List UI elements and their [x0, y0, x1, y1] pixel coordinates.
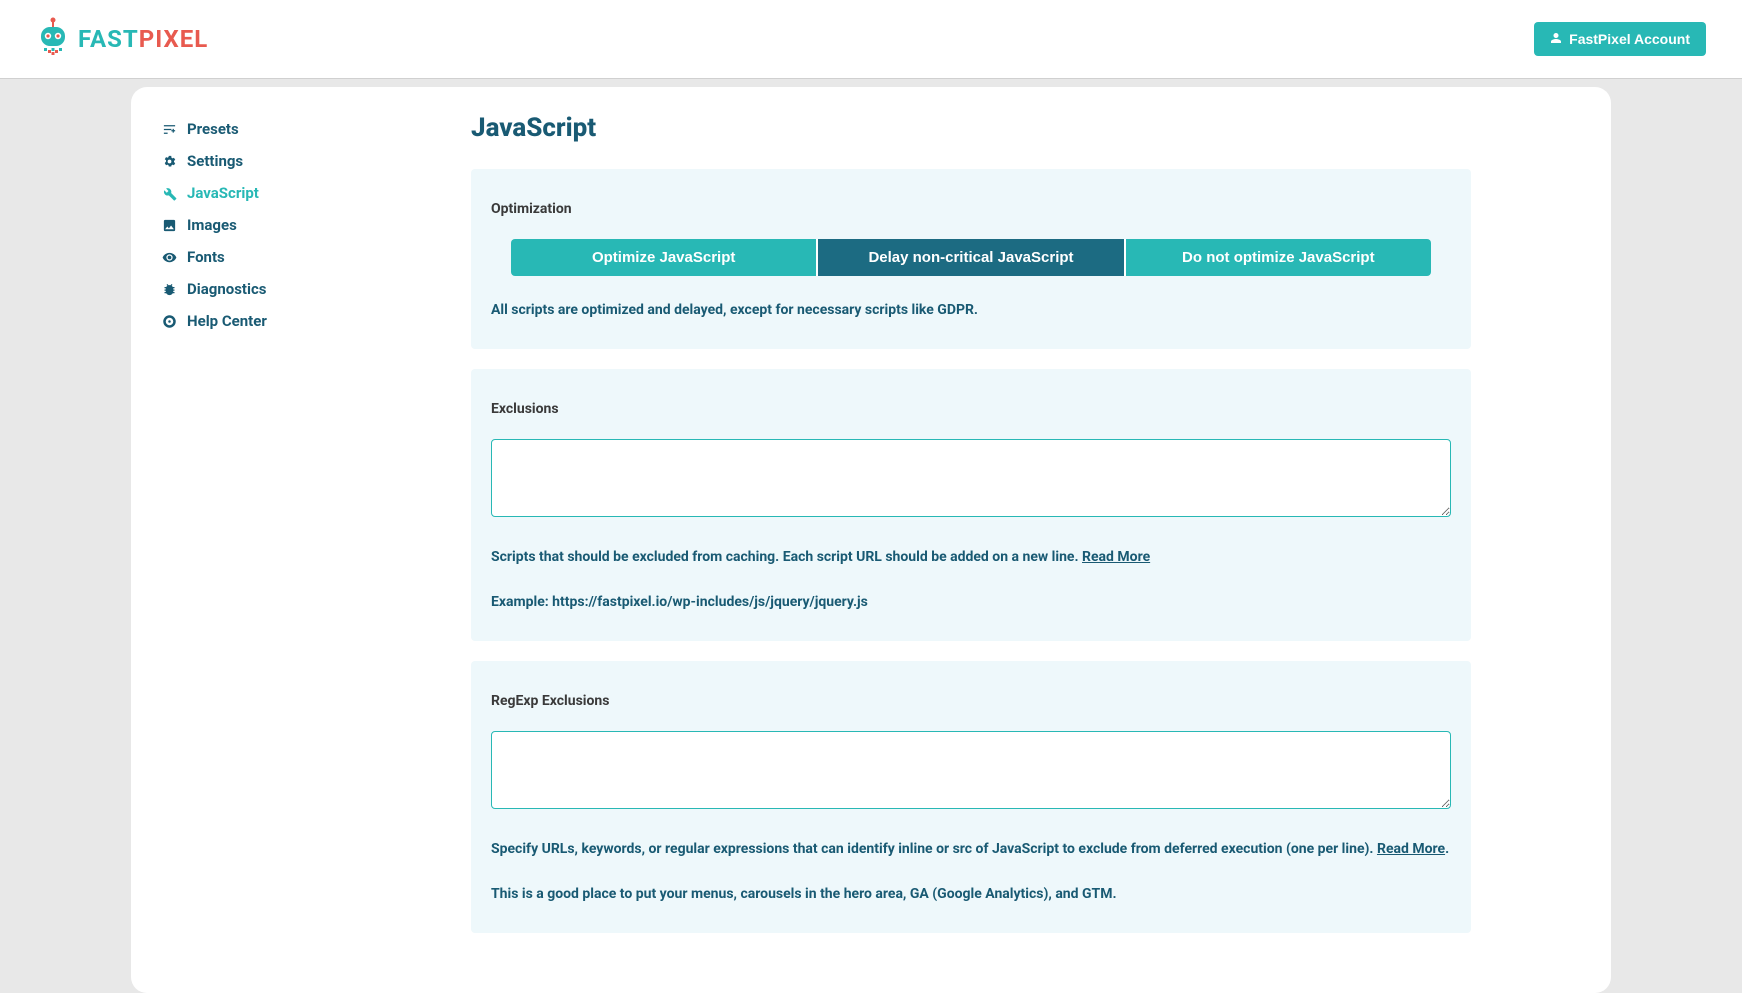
optimization-panel: Optimization Optimize JavaScript Delay n… — [471, 169, 1471, 349]
gear-icon — [161, 153, 177, 169]
user-icon — [1550, 31, 1562, 47]
top-header: FASTPIXEL FastPixel Account — [0, 0, 1742, 79]
account-button-label: FastPixel Account — [1569, 31, 1690, 47]
main-content: JavaScript Optimization Optimize JavaScr… — [411, 113, 1611, 953]
seg-optimize-js[interactable]: Optimize JavaScript — [511, 239, 818, 276]
logo-text-pixel: PIXEL — [139, 25, 208, 53]
bug-icon — [161, 281, 177, 297]
sidebar-item-javascript[interactable]: JavaScript — [161, 177, 411, 209]
sliders-icon — [161, 121, 177, 137]
seg-delay-js[interactable]: Delay non-critical JavaScript — [818, 239, 1125, 276]
app-shell: Presets Settings JavaScript Images Fonts — [131, 87, 1611, 993]
exclusions-help-2: Example: https://fastpixel.io/wp-include… — [491, 592, 1451, 613]
seg-no-optimize-js[interactable]: Do not optimize JavaScript — [1126, 239, 1431, 276]
sidebar-item-label: Diagnostics — [187, 280, 266, 298]
account-button[interactable]: FastPixel Account — [1534, 22, 1706, 56]
sidebar-item-images[interactable]: Images — [161, 209, 411, 241]
regexp-title: RegExp Exclusions — [491, 693, 1451, 709]
sidebar-item-label: Settings — [187, 152, 243, 170]
regexp-help-1-tail: . — [1445, 841, 1449, 857]
sidebar-item-fonts[interactable]: Fonts — [161, 241, 411, 273]
page-title: JavaScript — [471, 113, 1471, 143]
exclusions-help-1-text: Scripts that should be excluded from cac… — [491, 549, 1082, 565]
sidebar-item-settings[interactable]: Settings — [161, 145, 411, 177]
lifering-icon — [161, 313, 177, 329]
sidebar-item-label: Images — [187, 216, 237, 234]
exclusions-textarea[interactable] — [491, 439, 1451, 517]
sidebar-item-diagnostics[interactable]: Diagnostics — [161, 273, 411, 305]
wrench-icon — [161, 185, 177, 201]
exclusions-help-1: Scripts that should be excluded from cac… — [491, 547, 1451, 568]
sidebar: Presets Settings JavaScript Images Fonts — [131, 113, 411, 953]
regexp-panel: RegExp Exclusions Specify URLs, keywords… — [471, 661, 1471, 933]
logo-text-fast: FAST — [78, 25, 139, 53]
sidebar-item-label: Presets — [187, 120, 239, 138]
optimization-title: Optimization — [491, 201, 1451, 217]
regexp-help-2: This is a good place to put your menus, … — [491, 884, 1451, 905]
sidebar-item-label: Help Center — [187, 312, 267, 330]
exclusions-panel: Exclusions Scripts that should be exclud… — [471, 369, 1471, 641]
sidebar-item-presets[interactable]: Presets — [161, 113, 411, 145]
eye-icon — [161, 249, 177, 265]
exclusions-read-more-link[interactable]: Read More — [1082, 549, 1150, 565]
regexp-help-1: Specify URLs, keywords, or regular expre… — [491, 839, 1451, 860]
sidebar-item-help[interactable]: Help Center — [161, 305, 411, 337]
sidebar-item-label: Fonts — [187, 248, 225, 266]
sidebar-item-label: JavaScript — [187, 184, 259, 202]
regexp-help-1-text: Specify URLs, keywords, or regular expre… — [491, 841, 1377, 857]
optimization-segmented: Optimize JavaScript Delay non-critical J… — [511, 239, 1431, 276]
optimization-help: All scripts are optimized and delayed, e… — [491, 300, 1451, 321]
regexp-read-more-link[interactable]: Read More — [1377, 841, 1445, 857]
exclusions-title: Exclusions — [491, 401, 1451, 417]
logo-robot-icon — [36, 16, 70, 62]
logo: FASTPIXEL — [36, 16, 208, 62]
image-icon — [161, 217, 177, 233]
regexp-textarea[interactable] — [491, 731, 1451, 809]
logo-text: FASTPIXEL — [78, 25, 208, 53]
